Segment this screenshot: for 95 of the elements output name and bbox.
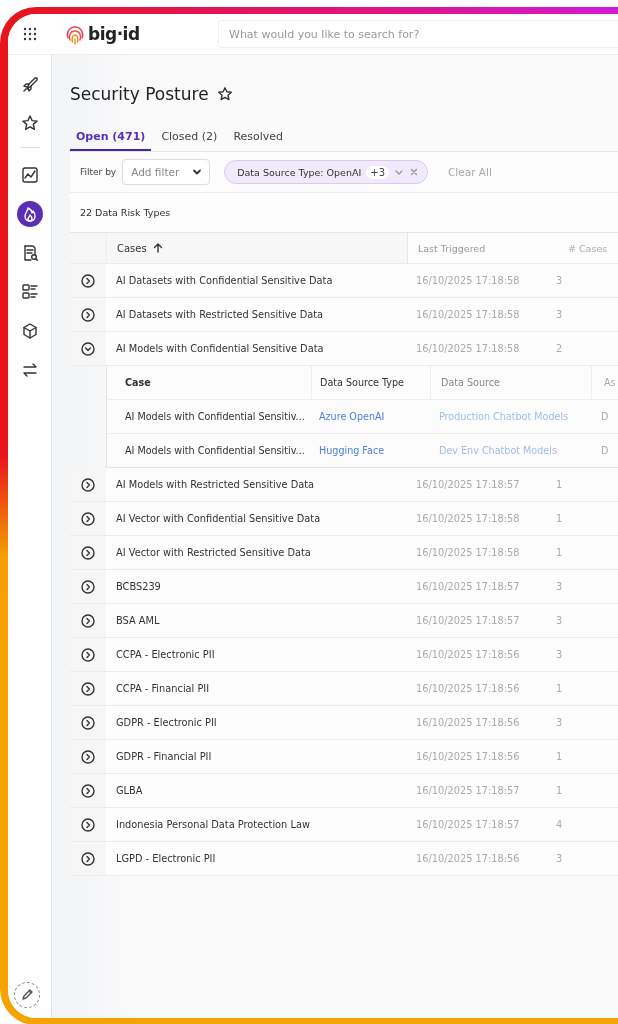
table-cell-text: 16/10/2025 17:18:58 <box>415 513 521 524</box>
table-cell-text: AI Vector with Restricted Sensitive Data <box>115 547 312 558</box>
column-header[interactable]: Last Triggered <box>408 242 568 254</box>
table-cell-text: AI Models with Confidential Sensitive Data <box>115 343 325 354</box>
table-cell: 2 <box>556 343 563 354</box>
table-cell: 1 <box>556 513 563 524</box>
table-cell: 3 <box>556 309 563 320</box>
star-icon[interactable] <box>216 86 233 102</box>
table-cell: 3 <box>556 581 563 592</box>
table-cell-text: AI Datasets with Restricted Sensitive Data <box>115 309 325 320</box>
pencil-icon <box>19 988 34 1002</box>
table-cell-text: 16/10/2025 17:18:57 <box>415 785 521 796</box>
expand-chevron-icon[interactable] <box>81 579 95 594</box>
expand-chevron-icon[interactable] <box>81 273 95 288</box>
expand-chevron-icon[interactable] <box>81 783 95 798</box>
table-cell-text: BCBS239 <box>115 581 162 592</box>
expand-chevron-icon[interactable] <box>81 851 95 866</box>
expand-chevron-icon[interactable] <box>81 817 95 832</box>
column-header[interactable]: Case <box>107 366 312 399</box>
column-header[interactable]: Data Source <box>431 366 592 399</box>
expand-chevron-icon[interactable] <box>81 715 95 730</box>
link[interactable]: Hugging Face <box>311 445 429 456</box>
table-cell: 1 <box>556 479 563 490</box>
table-cell-text: LGPD - Electronic PII <box>115 853 217 864</box>
search-field[interactable]: What would you like to search for? <box>218 20 618 48</box>
table-cell-text: 16/10/2025 17:18:58 <box>415 343 521 354</box>
apps-grid-icon[interactable] <box>22 26 38 42</box>
table-cell-text: 16/10/2025 17:18:56 <box>415 683 521 694</box>
table-cell-text: D <box>600 445 609 456</box>
swap-arrows-icon <box>20 361 39 379</box>
table-cell-text: GDPR - Financial PII <box>115 751 213 762</box>
table-cell-text: GLBA <box>115 785 144 796</box>
link[interactable]: Azure OpenAI <box>311 411 429 422</box>
fingerprint-logo-icon <box>64 23 86 45</box>
column-header[interactable]: Data Source Type <box>312 366 431 399</box>
table-cell-text: 16/10/2025 17:18:57 <box>415 581 521 592</box>
filter-label: Filter by <box>80 167 117 177</box>
tab[interactable]: Closed (2) <box>155 130 224 151</box>
table-cell-text: BSA AML <box>115 615 161 626</box>
table-cell-text: 16/10/2025 17:18:58 <box>415 309 521 320</box>
table-cell-text: D <box>600 411 609 422</box>
chart-icon <box>20 166 39 184</box>
table-cell-text: 16/10/2025 17:18:56 <box>415 751 521 762</box>
table-cell: 1 <box>556 547 563 558</box>
table-cell-text: AI Datasets with Confidential Sensitive Data <box>115 275 334 286</box>
table-cell-text: AI Models with Restricted Sensitive Data <box>115 479 316 490</box>
cube-icon <box>20 322 39 340</box>
expand-chevron-icon[interactable] <box>81 511 95 526</box>
table-cell-text: CCPA - Financial PII <box>115 683 211 694</box>
column-header[interactable]: # Cases <box>568 242 608 254</box>
table-cell-text: 16/10/2025 17:18:57 <box>415 479 521 490</box>
table-cell-text: 16/10/2025 17:18:56 <box>415 853 521 864</box>
list-icon <box>20 283 39 301</box>
table-cell-text: CCPA - Electronic PII <box>115 649 216 660</box>
table-cell: 1 <box>556 785 563 796</box>
table-cell: 3 <box>556 853 563 864</box>
expand-chevron-icon[interactable] <box>81 477 95 492</box>
table-cell: 1 <box>556 751 563 762</box>
table-cell-text: 16/10/2025 17:18:56 <box>415 717 521 728</box>
expand-chevron-icon[interactable] <box>81 613 95 628</box>
table-cell: 3 <box>556 615 563 626</box>
expand-chevron-icon[interactable] <box>81 749 95 764</box>
expand-chevron-icon[interactable] <box>81 681 95 696</box>
table-cell: 3 <box>556 275 563 286</box>
expanded-chevron-icon[interactable] <box>81 341 95 356</box>
table-cell-text: AI Models with Confidential Sensitiv... <box>124 411 306 422</box>
table-cell: 3 <box>556 717 563 728</box>
chip-label: Data Source Type: OpenAI <box>237 166 362 178</box>
column-header[interactable]: As <box>592 377 616 388</box>
table-cell: 1 <box>556 683 563 694</box>
table-cell-text: 16/10/2025 17:18:57 <box>415 819 521 830</box>
table-cell-text: 16/10/2025 17:18:57 <box>415 615 521 626</box>
page-title: Security Posture <box>70 84 209 104</box>
table-cell-text: 16/10/2025 17:18:58 <box>415 547 521 558</box>
add-filter-dropdown[interactable]: Add filter <box>122 159 211 185</box>
sort-up-arrow-icon[interactable] <box>151 242 164 254</box>
expand-chevron-icon[interactable] <box>81 307 95 322</box>
table-cell-text: GDPR - Electronic PII <box>115 717 218 728</box>
expand-chevron-icon[interactable] <box>81 545 95 560</box>
expand-chevron-icon[interactable] <box>81 647 95 662</box>
nav-button[interactable] <box>16 201 43 227</box>
table-cell-text: AI Vector with Confidential Sensitive Data <box>115 513 322 524</box>
add-filter-field[interactable]: Add filter <box>123 165 192 179</box>
brand-logo-text: big·id <box>88 24 140 44</box>
count-badge: +3 <box>366 165 390 179</box>
column-header-label: Cases <box>117 242 147 254</box>
table-cell: 4 <box>556 819 563 830</box>
table-cell: 3 <box>556 649 563 660</box>
table-cell-text: AI Models with Confidential Sensitiv... <box>124 445 306 456</box>
table-cell-text: 16/10/2025 17:18:58 <box>415 275 521 286</box>
table-cell-text: Indonesia Personal Data Protection Law <box>115 819 311 830</box>
star-icon <box>20 114 39 132</box>
clear-all-button[interactable]: Clear All <box>442 165 498 179</box>
tab[interactable]: Resolved <box>227 130 290 151</box>
table-cell-text: 16/10/2025 17:18:56 <box>415 649 521 660</box>
